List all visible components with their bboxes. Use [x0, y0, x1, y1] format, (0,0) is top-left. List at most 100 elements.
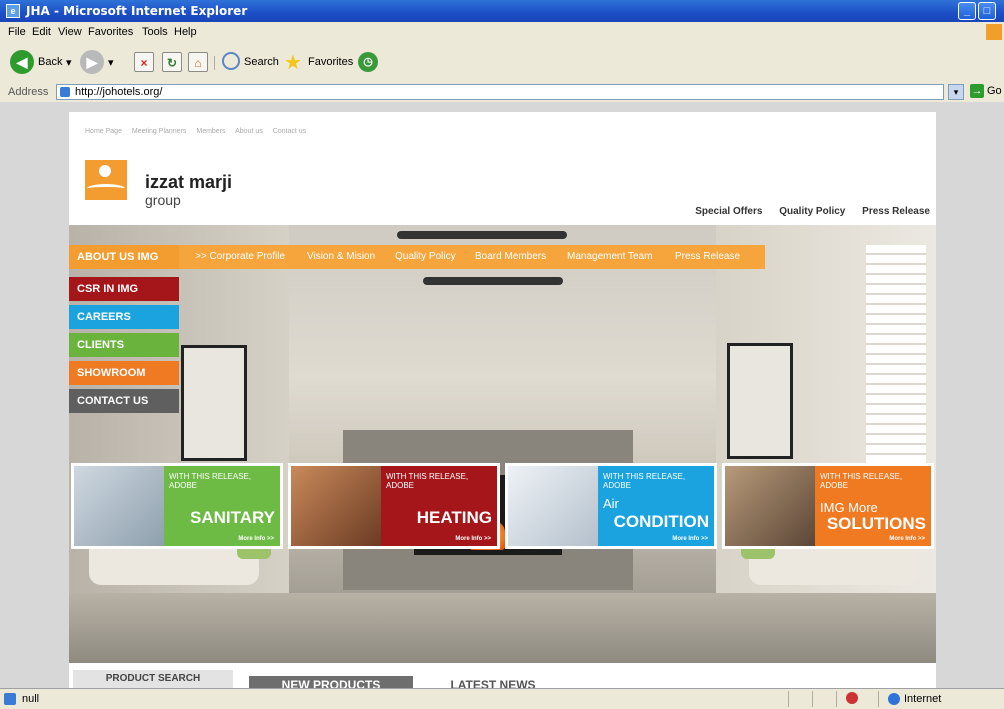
- hero-floor: [69, 593, 936, 663]
- about-board-members[interactable]: Board Members: [475, 251, 546, 262]
- side-item-csr[interactable]: CSR IN IMG: [69, 277, 179, 301]
- about-press-release[interactable]: Press Release: [675, 251, 740, 262]
- status-text: null: [22, 693, 40, 705]
- address-label: Address: [8, 86, 49, 98]
- menu-tools[interactable]: Tools: [142, 26, 168, 38]
- tile-heating-more[interactable]: More Info >>: [455, 536, 491, 542]
- maximize-icon[interactable]: □: [978, 2, 996, 20]
- side-item-contact[interactable]: CONTACT US: [69, 389, 179, 413]
- tile-solutions[interactable]: WITH THIS RELEASE, ADOBE IMG More SOLUTI…: [722, 463, 934, 549]
- side-item-showroom[interactable]: SHOWROOM: [69, 361, 179, 385]
- menu-favorites[interactable]: Favorites: [88, 26, 133, 38]
- favorites-label[interactable]: Favorites: [308, 56, 353, 68]
- search-label[interactable]: Search: [244, 56, 279, 68]
- forward-arrow-icon[interactable]: ▶: [80, 50, 104, 74]
- forward-dropdown-icon[interactable]: ▾: [108, 56, 114, 69]
- status-separator: [878, 691, 879, 707]
- favorites-star-icon[interactable]: ★: [284, 50, 302, 75]
- tile-heating-caption: WITH THIS RELEASE, ADOBE: [386, 472, 469, 490]
- go-label: Go: [987, 85, 1002, 97]
- tile-air-condition-title-line1: Air: [603, 496, 619, 511]
- menu-file[interactable]: File: [8, 26, 26, 38]
- search-icon[interactable]: [222, 52, 240, 70]
- menu-help[interactable]: Help: [174, 26, 197, 38]
- tile-sanitary[interactable]: WITH THIS RELEASE, ADOBE SANITARY More I…: [71, 463, 283, 549]
- tab-product-search[interactable]: PRODUCT SEARCH: [73, 670, 233, 688]
- tile-solutions-title: SOLUTIONS: [826, 514, 926, 533]
- status-separator: [812, 691, 813, 707]
- browser-viewport: Home Page Meeting Planners Members About…: [0, 102, 1004, 688]
- about-quality-policy[interactable]: Quality Policy: [395, 251, 456, 262]
- hero-ceiling-lamps-top: [397, 231, 567, 239]
- top-nav-contact[interactable]: Contact us: [273, 128, 306, 135]
- go-arrow-icon: →: [970, 84, 984, 98]
- tile-air-condition-more[interactable]: More Info >>: [672, 536, 708, 542]
- status-separator: [788, 691, 789, 707]
- tile-air-condition-image: [508, 466, 598, 546]
- tab-latest-news[interactable]: LATEST NEWS: [423, 676, 563, 688]
- back-dropdown-icon[interactable]: ▾: [66, 56, 72, 69]
- address-input[interactable]: http://johotels.org/: [56, 84, 944, 100]
- security-icon: [846, 692, 858, 704]
- special-offers-link[interactable]: Special Offers: [695, 206, 762, 217]
- tile-solutions-panel: WITH THIS RELEASE, ADOBE IMG More SOLUTI…: [815, 466, 931, 546]
- address-url: http://johotels.org/: [75, 86, 163, 98]
- tile-heating[interactable]: WITH THIS RELEASE, ADOBE HEATING More In…: [288, 463, 500, 549]
- tile-sanitary-title: SANITARY: [190, 508, 275, 527]
- tile-solutions-image: [725, 466, 815, 546]
- logo-mark[interactable]: [85, 160, 127, 200]
- tile-air-condition-title: CONDITION: [613, 512, 709, 531]
- back-arrow-icon[interactable]: ◀: [10, 50, 34, 74]
- press-release-link[interactable]: Press Release: [862, 206, 930, 217]
- bottom-tabs: PRODUCT SEARCH NEW PRODUCTS LATEST NEWS: [69, 670, 936, 688]
- header-links: Special Offers Quality Policy Press Rele…: [681, 206, 930, 217]
- top-nav-home[interactable]: Home Page: [85, 128, 122, 135]
- hero-frame-left: [181, 345, 247, 461]
- status-separator: [836, 691, 837, 707]
- history-icon[interactable]: ◷: [358, 52, 378, 72]
- home-icon[interactable]: ⌂: [188, 52, 208, 72]
- tile-heating-title: HEATING: [416, 508, 492, 527]
- address-bar: Address http://johotels.org/ ▾ → Go: [0, 82, 1004, 103]
- tile-solutions-more[interactable]: More Info >>: [889, 536, 925, 542]
- web-page: Home Page Meeting Planners Members About…: [69, 112, 936, 688]
- page-icon: [60, 87, 70, 97]
- minimize-icon[interactable]: _: [958, 2, 976, 20]
- stop-icon[interactable]: ×: [134, 52, 154, 72]
- tile-air-condition[interactable]: WITH THIS RELEASE, ADOBE Air CONDITION M…: [505, 463, 717, 549]
- tile-heating-panel: WITH THIS RELEASE, ADOBE HEATING More In…: [381, 466, 497, 546]
- logo-name[interactable]: izzat marji: [145, 172, 232, 193]
- ie-icon: e: [6, 4, 20, 18]
- tile-sanitary-more[interactable]: More Info >>: [238, 536, 274, 542]
- address-dropdown-icon[interactable]: ▾: [948, 84, 964, 100]
- title-bar: e JHA - Microsoft Internet Explorer _ □: [0, 0, 1004, 22]
- top-nav: Home Page Meeting Planners Members About…: [85, 128, 314, 135]
- tab-new-products[interactable]: NEW PRODUCTS: [249, 676, 413, 688]
- menu-edit[interactable]: Edit: [32, 26, 51, 38]
- tile-heating-image: [291, 466, 381, 546]
- hero-ceiling-lamps-bottom: [423, 277, 563, 285]
- menu-view[interactable]: View: [58, 26, 82, 38]
- product-tiles: WITH THIS RELEASE, ADOBE SANITARY More I…: [69, 463, 936, 553]
- toolbar: ◀ Back ▾ ▶ ▾ × ↻ ⌂ Search ★ Favorites ◷: [0, 42, 1004, 83]
- top-nav-about[interactable]: About us: [235, 128, 263, 135]
- tile-solutions-title-line1: IMG More: [820, 500, 878, 515]
- about-management-team[interactable]: Management Team: [567, 251, 652, 262]
- about-vision-mission[interactable]: Vision & Mision: [307, 251, 375, 262]
- tile-air-condition-panel: WITH THIS RELEASE, ADOBE Air CONDITION M…: [598, 466, 714, 546]
- zone-text: Internet: [904, 693, 942, 705]
- about-corporate-profile[interactable]: >> Corporate Profile: [195, 251, 285, 262]
- go-button[interactable]: → Go: [970, 84, 1004, 100]
- side-item-clients[interactable]: CLIENTS: [69, 333, 179, 357]
- back-label[interactable]: Back: [38, 56, 62, 68]
- side-item-careers[interactable]: CAREERS: [69, 305, 179, 329]
- top-nav-meeting-planners[interactable]: Meeting Planners: [132, 128, 186, 135]
- refresh-icon[interactable]: ↻: [162, 52, 182, 72]
- toolbar-separator: [214, 56, 215, 70]
- top-nav-members[interactable]: Members: [196, 128, 225, 135]
- about-us-title[interactable]: ABOUT US IMG: [69, 245, 179, 269]
- window-title: JHA - Microsoft Internet Explorer: [26, 4, 248, 18]
- quality-policy-link[interactable]: Quality Policy: [779, 206, 845, 217]
- tile-air-condition-caption: WITH THIS RELEASE, ADOBE: [603, 472, 686, 490]
- internet-zone-icon: [888, 693, 900, 705]
